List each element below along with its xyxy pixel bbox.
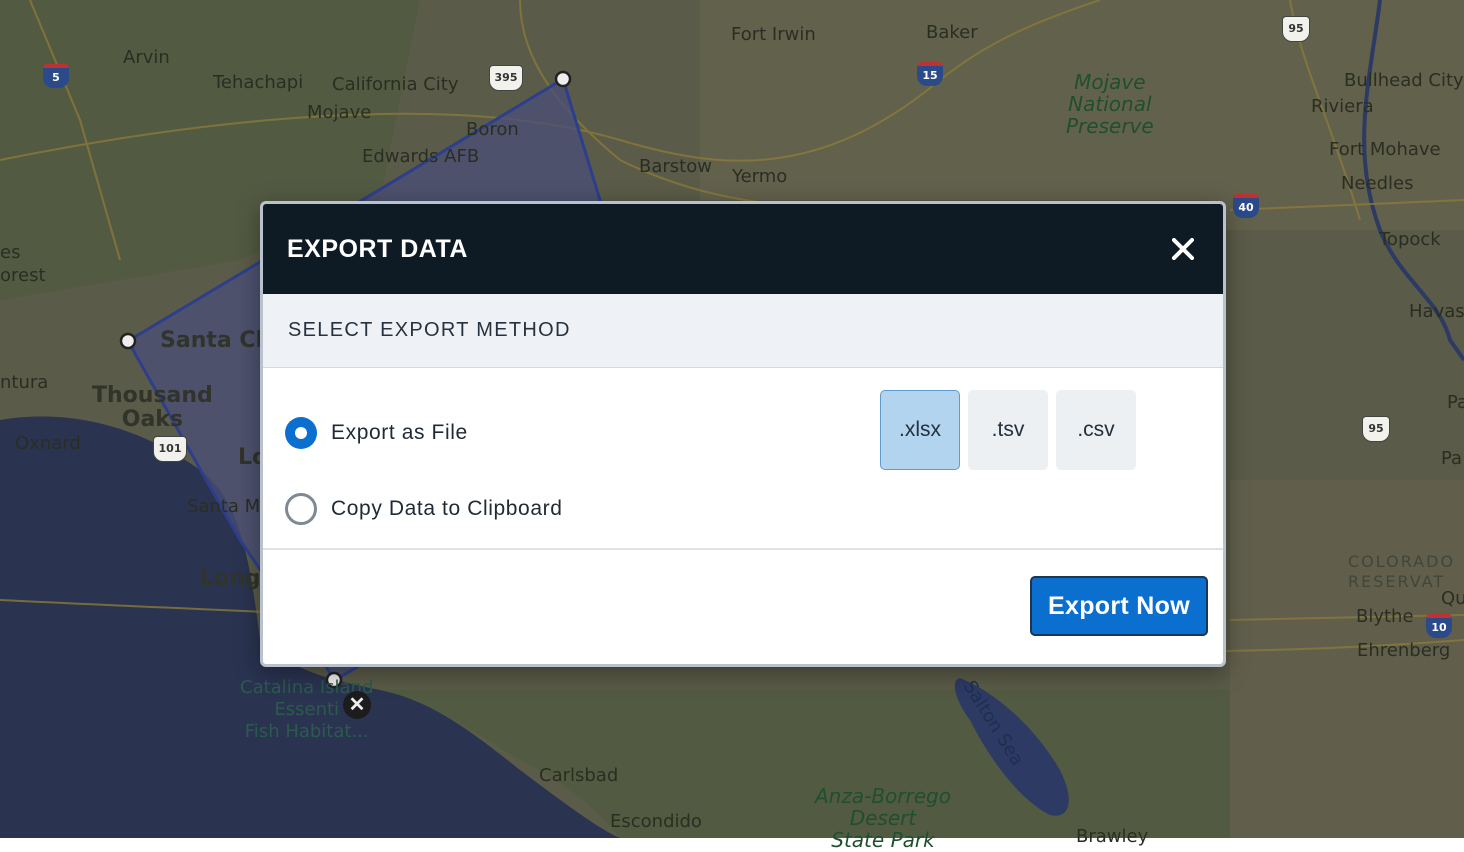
export-as-file-radio[interactable]	[285, 417, 317, 449]
dialog-footer: Export Now	[263, 550, 1223, 664]
export-as-file-option[interactable]: Export as File	[285, 417, 468, 449]
section-title: SELECT EXPORT METHOD	[288, 319, 571, 341]
format-csv-button[interactable]: .csv	[1056, 390, 1136, 470]
format-tsv-button[interactable]: .tsv	[968, 390, 1048, 470]
section-header: SELECT EXPORT METHOD	[263, 294, 1223, 368]
dialog-title: EXPORT DATA	[287, 234, 468, 263]
export-options: Export as File Copy Data to Clipboard .x…	[263, 368, 1223, 550]
export-data-dialog: EXPORT DATA SELECT EXPORT METHOD Export …	[260, 201, 1226, 667]
format-xlsx-button[interactable]: .xlsx	[880, 390, 960, 470]
dialog-header: EXPORT DATA	[263, 204, 1223, 294]
close-icon	[1172, 238, 1194, 260]
copy-to-clipboard-radio[interactable]	[285, 493, 317, 525]
close-button[interactable]	[1167, 233, 1199, 265]
export-now-button[interactable]: Export Now	[1030, 576, 1208, 636]
copy-to-clipboard-option[interactable]: Copy Data to Clipboard	[285, 493, 563, 525]
export-as-file-label: Export as File	[331, 421, 468, 444]
copy-to-clipboard-label: Copy Data to Clipboard	[331, 497, 563, 520]
